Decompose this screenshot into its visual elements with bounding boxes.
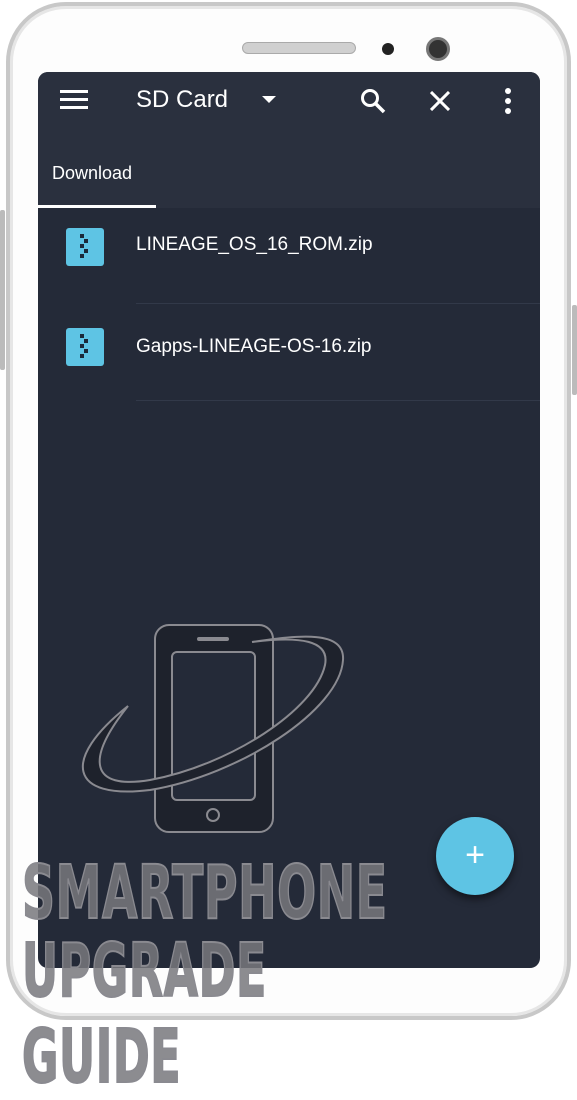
zip-file-icon bbox=[66, 328, 104, 366]
add-fab-button[interactable]: + bbox=[436, 817, 514, 895]
front-camera bbox=[426, 37, 450, 61]
zip-file-icon bbox=[66, 228, 104, 266]
hamburger-icon[interactable] bbox=[60, 90, 88, 110]
divider bbox=[136, 400, 540, 401]
storage-title[interactable]: SD Card bbox=[136, 86, 228, 114]
file-row[interactable]: Gapps-LINEAGE-OS-16.zip bbox=[38, 304, 540, 404]
file-name: LINEAGE_OS_16_ROM.zip bbox=[136, 234, 373, 255]
caret-down-icon[interactable] bbox=[262, 96, 276, 104]
more-vert-icon[interactable] bbox=[504, 88, 512, 114]
close-icon[interactable] bbox=[430, 91, 450, 111]
power-button bbox=[572, 305, 577, 395]
file-name: Gapps-LINEAGE-OS-16.zip bbox=[136, 336, 372, 357]
toolbar: SD Card Download bbox=[38, 72, 540, 208]
proximity-sensor bbox=[382, 43, 394, 55]
speaker-grille bbox=[242, 42, 356, 54]
volume-button bbox=[0, 210, 5, 370]
tab-download[interactable]: Download bbox=[52, 163, 132, 184]
file-manager-screen: SD Card Download LINEAGE_OS_16_ROM.zip G… bbox=[38, 72, 540, 968]
file-row[interactable]: LINEAGE_OS_16_ROM.zip bbox=[38, 208, 540, 308]
search-icon[interactable] bbox=[360, 88, 386, 114]
